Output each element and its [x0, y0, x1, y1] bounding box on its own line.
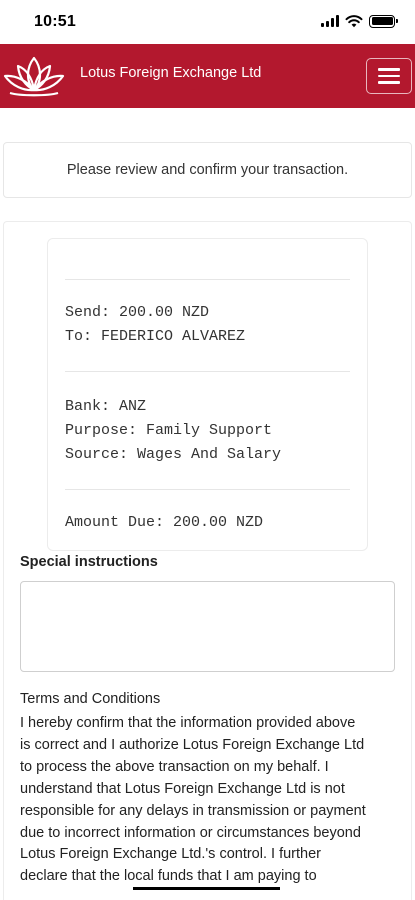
lotus-flower-icon[interactable] [2, 52, 66, 100]
receipt-bank: Bank: ANZ [65, 398, 147, 415]
brand-name[interactable]: Lotus Foreign Exchange Ltd [80, 65, 261, 81]
hamburger-icon [378, 68, 400, 71]
terms-title: Terms and Conditions [20, 691, 161, 707]
status-bar: 10:51 [0, 0, 415, 44]
receipt-source: Source: Wages And Salary [65, 446, 282, 463]
terms-line: due to incorrect information or circumst… [20, 824, 361, 841]
terms-line: I hereby confirm that the information pr… [20, 715, 356, 731]
receipt-purpose: Purpose: Family Support [65, 422, 273, 439]
battery-icon [369, 14, 398, 28]
text-selection-underline [133, 887, 280, 890]
receipt-amount-due: Amount Due: 200.00 NZD [65, 514, 264, 531]
special-instructions-label: Special instructions [20, 554, 158, 570]
terms-line: Lotus Foreign Exchange Ltd.'s control. I… [20, 846, 321, 863]
transaction-receipt: Send: 200.00 NZD To: FEDERICO ALVAREZ Ba… [47, 238, 368, 551]
terms-line: responsible for any delays in transmissi… [20, 802, 366, 819]
terms-line: declare that the local funds that I am p… [20, 868, 317, 885]
review-notice: Please review and confirm your transacti… [3, 142, 412, 198]
special-instructions-input[interactable] [20, 581, 395, 672]
wifi-icon [345, 15, 363, 28]
menu-button[interactable] [366, 58, 412, 94]
navbar: Lotus Foreign Exchange Ltd [0, 44, 415, 108]
status-icons [321, 14, 398, 28]
terms-line: to process the above transaction on my b… [20, 758, 329, 775]
terms-body: I hereby confirm that the information pr… [20, 713, 400, 888]
terms-line: is correct and I authorize Lotus Foreign… [20, 736, 365, 753]
receipt-recipient: To: FEDERICO ALVAREZ [65, 328, 246, 345]
cellular-signal-icon [321, 15, 339, 27]
receipt-send: Send: 200.00 NZD [65, 304, 210, 321]
status-time: 10:51 [34, 13, 76, 30]
terms-line: understand that Lotus Foreign Exchange L… [20, 780, 345, 797]
